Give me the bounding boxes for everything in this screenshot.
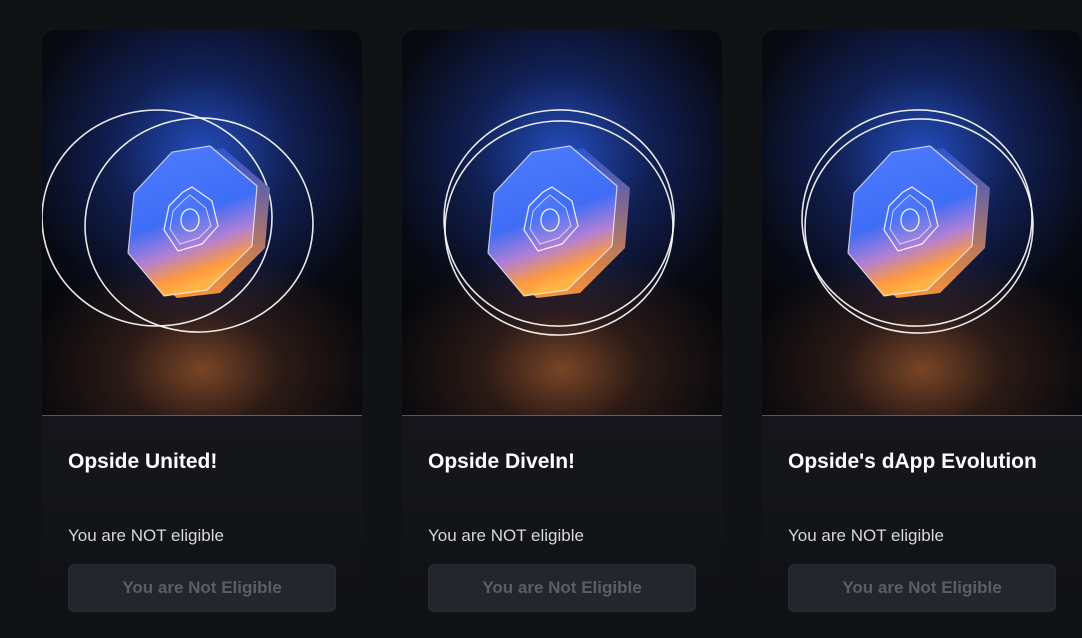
- eligibility-status: You are NOT eligible: [788, 526, 944, 545]
- not-eligible-button[interactable]: You are Not Eligible: [428, 564, 696, 612]
- eligibility-status: You are NOT eligible: [428, 526, 584, 545]
- not-eligible-button[interactable]: You are Not Eligible: [68, 564, 336, 612]
- campaign-card: Opside United! You are NOT eligible You …: [42, 30, 362, 638]
- campaign-card: Opside's dApp Evolution You are NOT elig…: [762, 30, 1082, 638]
- card-body: Opside's dApp Evolution You are NOT elig…: [762, 416, 1082, 638]
- campaign-card-grid: Opside United! You are NOT eligible You …: [0, 0, 1082, 638]
- hexagon-star-badge-icon: [443, 109, 675, 336]
- card-body: Opside United! You are NOT eligible You …: [42, 416, 362, 638]
- card-hero: [402, 30, 722, 416]
- card-hero: [762, 30, 1082, 416]
- card-title: Opside United!: [68, 450, 218, 473]
- card-title: Opside DiveIn!: [428, 450, 576, 473]
- card-title: Opside's dApp Evolution: [788, 450, 1037, 473]
- card-body: Opside DiveIn! You are NOT eligible You …: [402, 416, 722, 638]
- eligibility-status: You are NOT eligible: [68, 526, 224, 545]
- hexagon-star-badge-icon: [42, 109, 314, 333]
- not-eligible-button[interactable]: You are Not Eligible: [788, 564, 1056, 612]
- card-hero: [42, 30, 362, 416]
- hexagon-star-badge-icon: [801, 109, 1034, 334]
- campaign-card: Opside DiveIn! You are NOT eligible You …: [402, 30, 722, 638]
